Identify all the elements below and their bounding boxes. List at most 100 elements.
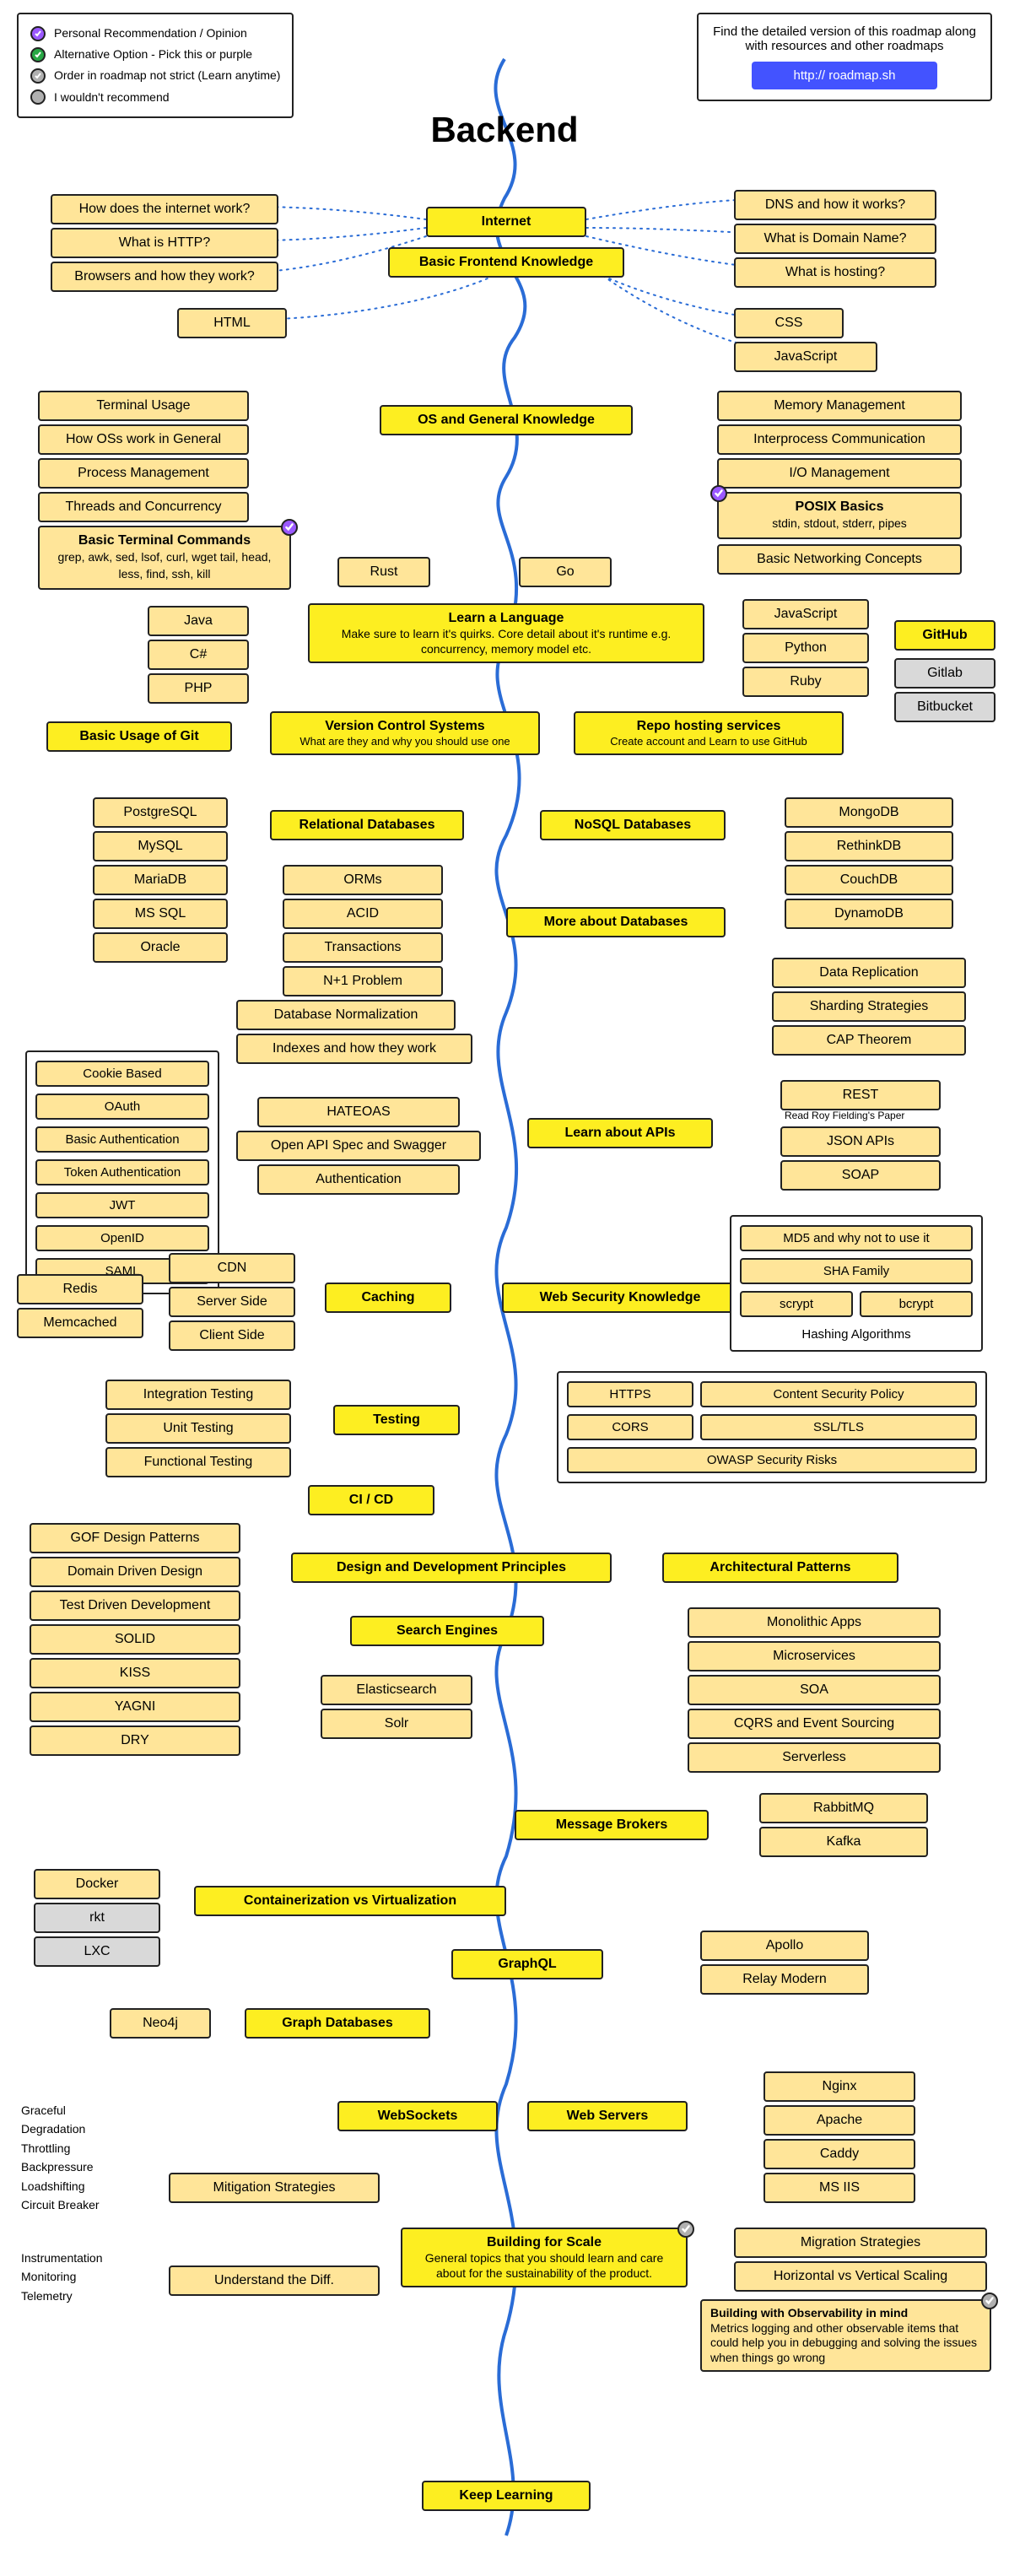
- topic-bfk[interactable]: Basic Frontend Knowledge: [388, 247, 624, 278]
- node-dynamo[interactable]: DynamoDB: [785, 899, 953, 929]
- node-cdn[interactable]: CDN: [169, 1253, 295, 1283]
- node-browsers[interactable]: Browsers and how they work?: [51, 262, 278, 292]
- topic-websec[interactable]: Web Security Knowledge: [502, 1283, 738, 1313]
- node-migration[interactable]: Migration Strategies: [734, 2228, 987, 2258]
- topic-cicd[interactable]: CI / CD: [308, 1485, 434, 1515]
- node-python[interactable]: Python: [742, 633, 869, 663]
- node-scrypt[interactable]: scrypt: [740, 1291, 853, 1317]
- node-oracle[interactable]: Oracle: [93, 932, 228, 963]
- topic-os[interactable]: OS and General Knowledge: [380, 405, 633, 435]
- node-owasp[interactable]: OWASP Security Risks: [567, 1447, 977, 1473]
- node-html[interactable]: HTML: [177, 308, 287, 338]
- node-couch[interactable]: CouchDB: [785, 865, 953, 895]
- node-obs[interactable]: Building with Observability in mind Metr…: [700, 2299, 991, 2372]
- topic-arch[interactable]: Architectural Patterns: [662, 1553, 898, 1583]
- node-oauth[interactable]: OAuth: [35, 1094, 209, 1120]
- node-openapi[interactable]: Open API Spec and Swagger: [236, 1131, 481, 1161]
- node-apache[interactable]: Apache: [763, 2105, 915, 2136]
- node-https[interactable]: HTTPS: [567, 1381, 693, 1407]
- node-gitlab[interactable]: Gitlab: [894, 658, 996, 689]
- topic-lang[interactable]: Learn a Language Make sure to learn it's…: [308, 603, 704, 663]
- node-dbnorm[interactable]: Database Normalization: [236, 1000, 456, 1030]
- topic-repo[interactable]: Repo hosting services Create account and…: [574, 711, 844, 755]
- node-indexes[interactable]: Indexes and how they work: [236, 1034, 472, 1064]
- node-neo4j[interactable]: Neo4j: [110, 2008, 211, 2039]
- node-solr[interactable]: Solr: [321, 1709, 472, 1739]
- node-what-http[interactable]: What is HTTP?: [51, 228, 278, 258]
- node-posix[interactable]: POSIX Basics stdin, stdout, stderr, pipe…: [717, 492, 962, 539]
- node-pg[interactable]: PostgreSQL: [93, 797, 228, 828]
- node-txn[interactable]: Transactions: [283, 932, 443, 963]
- node-ruby[interactable]: Ruby: [742, 667, 869, 697]
- node-rust[interactable]: Rust: [337, 557, 430, 587]
- topic-vcs[interactable]: Version Control Systems What are they an…: [270, 711, 540, 755]
- node-tdd[interactable]: Test Driven Development: [30, 1590, 240, 1621]
- node-jsonapi[interactable]: JSON APIs: [780, 1126, 941, 1157]
- node-go[interactable]: Go: [519, 557, 612, 587]
- topic-caching[interactable]: Caching: [325, 1283, 451, 1313]
- node-domain[interactable]: What is Domain Name?: [734, 224, 936, 254]
- node-n1[interactable]: N+1 Problem: [283, 966, 443, 996]
- node-ssl[interactable]: SSL/TLS: [700, 1414, 977, 1440]
- node-btc[interactable]: Basic Terminal Commands grep, awk, sed, …: [38, 526, 291, 590]
- topic-apis[interactable]: Learn about APIs: [527, 1118, 713, 1148]
- node-kiss[interactable]: KISS: [30, 1658, 240, 1688]
- node-php[interactable]: PHP: [148, 673, 249, 704]
- node-github[interactable]: GitHub: [894, 620, 996, 651]
- node-tokenauth[interactable]: Token Authentication: [35, 1159, 209, 1185]
- node-elastic[interactable]: Elasticsearch: [321, 1675, 472, 1705]
- node-hosting[interactable]: What is hosting?: [734, 257, 936, 288]
- node-datarep[interactable]: Data Replication: [772, 958, 966, 988]
- node-orms[interactable]: ORMs: [283, 865, 443, 895]
- node-csp[interactable]: Content Security Policy: [700, 1381, 977, 1407]
- topic-internet[interactable]: Internet: [426, 207, 586, 237]
- topic-keep[interactable]: Keep Learning: [422, 2481, 591, 2511]
- node-jslang[interactable]: JavaScript: [742, 599, 869, 629]
- node-nginx[interactable]: Nginx: [763, 2071, 915, 2102]
- node-soa[interactable]: SOA: [688, 1675, 941, 1705]
- node-basicauth[interactable]: Basic Authentication: [35, 1126, 209, 1153]
- topic-ddp[interactable]: Design and Development Principles: [291, 1553, 612, 1583]
- node-cqrs[interactable]: CQRS and Event Sourcing: [688, 1709, 941, 1739]
- node-func[interactable]: Functional Testing: [105, 1447, 291, 1477]
- node-mitigation[interactable]: Mitigation Strategies: [169, 2173, 380, 2203]
- node-md5[interactable]: MD5 and why not to use it: [740, 1225, 973, 1251]
- node-rest[interactable]: REST: [780, 1080, 941, 1110]
- node-lxc[interactable]: LXC: [34, 1936, 160, 1967]
- node-clientside[interactable]: Client Side: [169, 1320, 295, 1351]
- topic-webservers[interactable]: Web Servers: [527, 2101, 688, 2131]
- node-basicgit[interactable]: Basic Usage of Git: [46, 721, 232, 752]
- node-cors[interactable]: CORS: [567, 1414, 693, 1440]
- roadmap-link[interactable]: http:// roadmap.sh: [752, 62, 937, 89]
- node-howos[interactable]: How OSs work in General: [38, 424, 249, 455]
- topic-graphql[interactable]: GraphQL: [451, 1949, 603, 1979]
- node-mssql[interactable]: MS SQL: [93, 899, 228, 929]
- node-integration[interactable]: Integration Testing: [105, 1380, 291, 1410]
- node-js[interactable]: JavaScript: [734, 342, 877, 372]
- node-kafka[interactable]: Kafka: [759, 1827, 928, 1857]
- node-memcached[interactable]: Memcached: [17, 1308, 143, 1338]
- node-relay[interactable]: Relay Modern: [700, 1964, 869, 1995]
- node-understand[interactable]: Understand the Diff.: [169, 2265, 380, 2296]
- node-acid[interactable]: ACID: [283, 899, 443, 929]
- node-serverless[interactable]: Serverless: [688, 1742, 941, 1773]
- node-hateoas[interactable]: HATEOAS: [257, 1097, 460, 1127]
- node-shard[interactable]: Sharding Strategies: [772, 991, 966, 1022]
- node-how-internet[interactable]: How does the internet work?: [51, 194, 278, 224]
- topic-graphdb[interactable]: Graph Databases: [245, 2008, 430, 2039]
- node-mono[interactable]: Monolithic Apps: [688, 1607, 941, 1638]
- node-micro[interactable]: Microservices: [688, 1641, 941, 1671]
- node-caddy[interactable]: Caddy: [763, 2139, 915, 2169]
- node-solid[interactable]: SOLID: [30, 1624, 240, 1655]
- node-mysql[interactable]: MySQL: [93, 831, 228, 861]
- node-gof[interactable]: GOF Design Patterns: [30, 1523, 240, 1553]
- topic-contvirt[interactable]: Containerization vs Virtualization: [194, 1886, 506, 1916]
- node-ipc[interactable]: Interprocess Communication: [717, 424, 962, 455]
- node-mongo[interactable]: MongoDB: [785, 797, 953, 828]
- node-soap[interactable]: SOAP: [780, 1160, 941, 1191]
- node-unit[interactable]: Unit Testing: [105, 1413, 291, 1444]
- node-apollo[interactable]: Apollo: [700, 1931, 869, 1961]
- node-cap[interactable]: CAP Theorem: [772, 1025, 966, 1056]
- topic-websockets[interactable]: WebSockets: [337, 2101, 498, 2131]
- node-java[interactable]: Java: [148, 606, 249, 636]
